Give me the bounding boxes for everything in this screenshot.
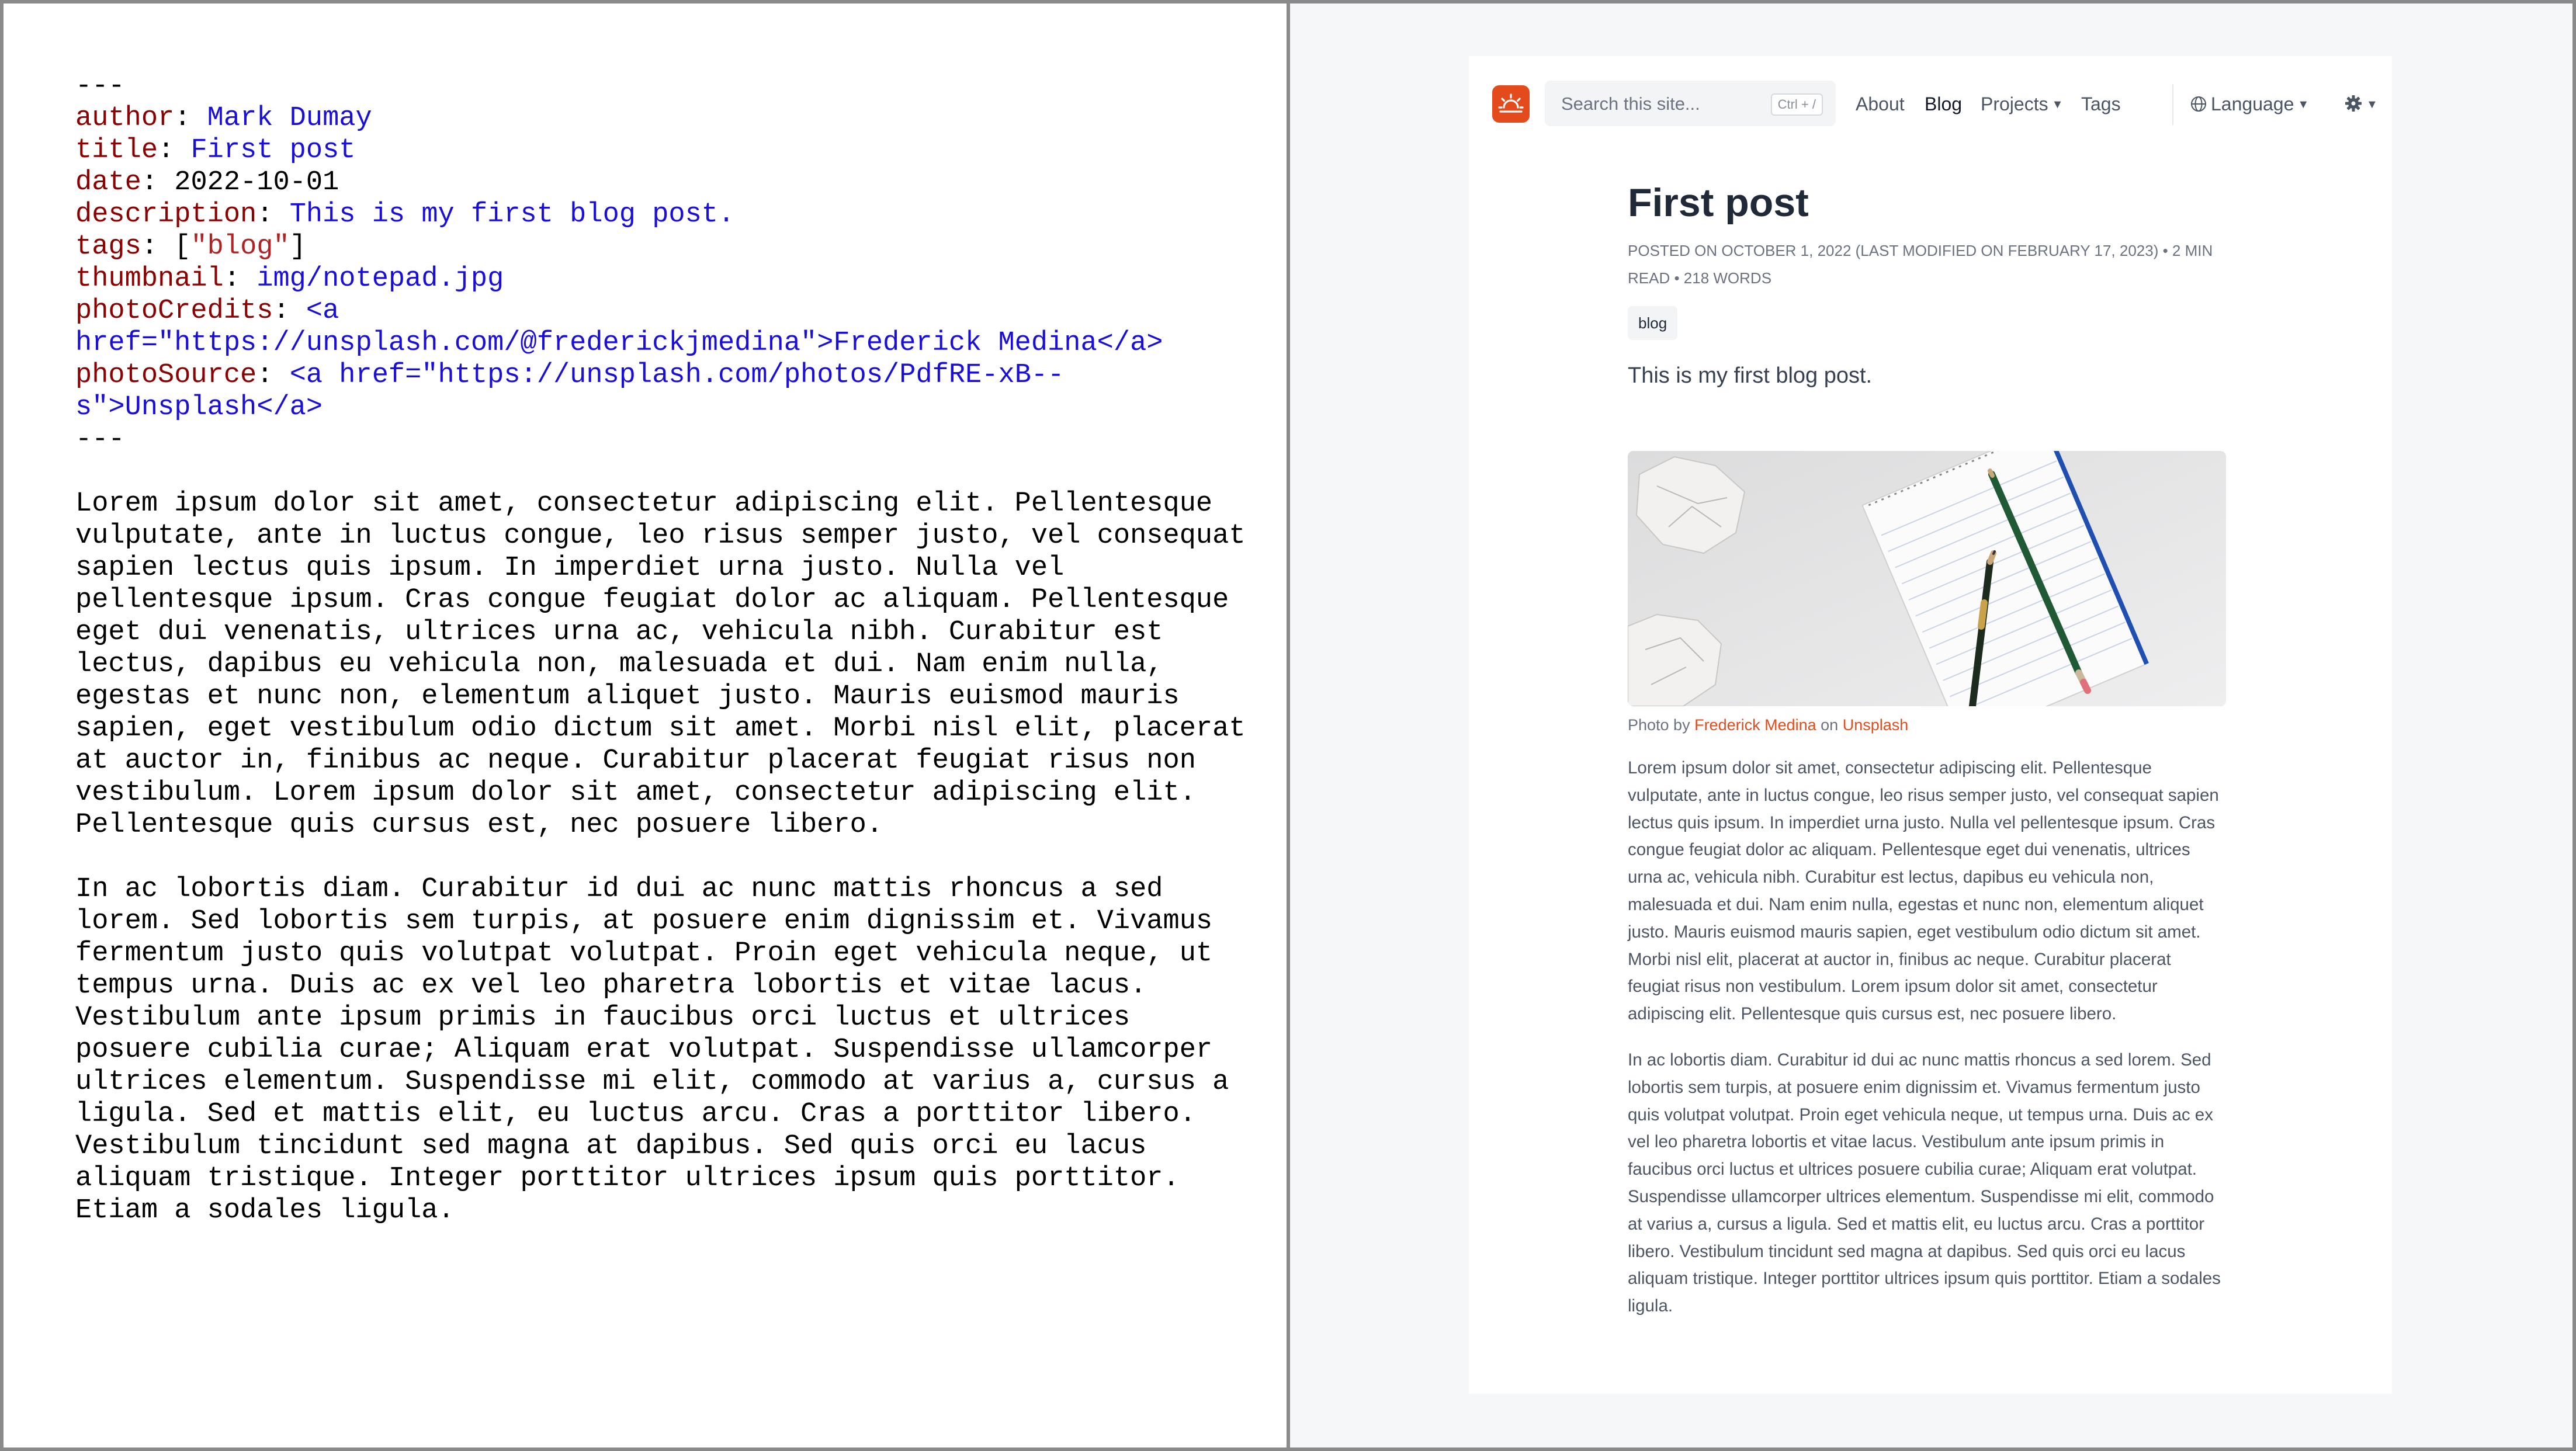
field-key: date bbox=[75, 167, 141, 198]
field-value: Mark Dumay bbox=[207, 103, 372, 134]
credit-prefix: Photo by bbox=[1628, 716, 1695, 734]
navbar: Search this site... Ctrl + / About Blog … bbox=[1492, 79, 2378, 129]
nav-tags-link[interactable]: Tags bbox=[2081, 93, 2121, 115]
markdown-source-pane[interactable]: --- author: Mark Dumay title: First post… bbox=[75, 70, 1256, 1227]
field-key: thumbnail bbox=[75, 263, 224, 294]
field-key: tags bbox=[75, 231, 141, 262]
front-matter-close: --- bbox=[75, 424, 125, 455]
front-matter-open: --- bbox=[75, 71, 125, 102]
field-bracket-open: [ bbox=[174, 231, 191, 262]
field-string: "blog" bbox=[190, 231, 290, 262]
field-bracket-close: ] bbox=[289, 231, 306, 262]
chevron-down-icon: ▼ bbox=[2366, 98, 2378, 111]
field-key: title bbox=[75, 135, 158, 166]
field-key: photoSource bbox=[75, 360, 257, 391]
nav-blog-link[interactable]: Blog bbox=[1925, 93, 1962, 115]
credit-source-link[interactable]: Unsplash bbox=[1843, 716, 1909, 734]
front-matter-date: date: 2022-10-01 bbox=[75, 167, 339, 198]
credit-middle: on bbox=[1816, 716, 1843, 734]
search-shortcut-badge: Ctrl + / bbox=[1770, 93, 1823, 116]
field-value: img/notepad.jpg bbox=[256, 263, 504, 294]
field-key: description bbox=[75, 199, 257, 230]
nav-projects-label: Projects bbox=[1981, 93, 2048, 114]
post-meta: Posted on October 1, 2022 (Last modified… bbox=[1628, 242, 2213, 287]
gear-icon bbox=[2345, 95, 2362, 112]
blog-page: Search this site... Ctrl + / About Blog … bbox=[1469, 56, 2392, 1394]
field-value: This is my first blog post. bbox=[289, 199, 735, 230]
search-placeholder: Search this site... bbox=[1561, 93, 1700, 114]
language-dropdown[interactable]: Language ▼ bbox=[2190, 93, 2309, 115]
post-body: Lorem ipsum dolor sit amet, consectetur … bbox=[1628, 755, 2226, 1339]
language-label: Language bbox=[2211, 93, 2294, 114]
globe-icon bbox=[2191, 96, 2206, 112]
front-matter-author: author: Mark Dumay bbox=[75, 103, 372, 134]
front-matter-title: title: First post bbox=[75, 135, 356, 166]
body-paragraph: Lorem ipsum dolor sit amet, consectetur … bbox=[1628, 758, 2219, 1024]
nav-projects-dropdown[interactable]: Projects ▼ bbox=[1981, 93, 2063, 115]
field-key: author bbox=[75, 103, 175, 134]
nav-about-link[interactable]: About bbox=[1856, 93, 1905, 115]
chevron-down-icon: ▼ bbox=[2297, 98, 2310, 111]
front-matter-photo-source-cont: s">Unsplash</a> bbox=[75, 392, 323, 423]
front-matter-photo-credits-cont: href="https://unsplash.com/@frederickjme… bbox=[75, 328, 1163, 359]
field-value: <a href="https://unsplash.com/photos/Pdf… bbox=[289, 360, 1065, 391]
credit-author-link[interactable]: Frederick Medina bbox=[1694, 716, 1816, 734]
front-matter-description: description: This is my first blog post. bbox=[75, 199, 735, 230]
field-value: First post bbox=[190, 135, 356, 166]
source-paragraph: Lorem ipsum dolor sit amet, consectetur … bbox=[75, 488, 1246, 841]
field-key: photoCredits bbox=[75, 296, 273, 327]
page-title: First post bbox=[1628, 180, 1809, 225]
field-value: <a bbox=[306, 296, 339, 327]
site-logo-icon[interactable] bbox=[1492, 85, 1530, 123]
search-input[interactable]: Search this site... Ctrl + / bbox=[1545, 81, 1836, 126]
chevron-down-icon: ▼ bbox=[2051, 98, 2064, 111]
nav-separator bbox=[2172, 84, 2173, 125]
front-matter-photo-credits: photoCredits: <a bbox=[75, 296, 339, 327]
tag-badge[interactable]: blog bbox=[1628, 306, 1678, 340]
body-paragraph: In ac lobortis diam. Curabitur id dui ac… bbox=[1628, 1050, 2221, 1316]
notepad-photo bbox=[1628, 451, 2226, 706]
theme-dropdown[interactable]: ▼ bbox=[2344, 93, 2378, 115]
front-matter-tags: tags: ["blog"] bbox=[75, 231, 306, 262]
field-value: 2022-10-01 bbox=[174, 167, 339, 198]
front-matter-thumbnail: thumbnail: img/notepad.jpg bbox=[75, 263, 504, 294]
photo-credit: Photo by Frederick Medina on Unsplash bbox=[1628, 716, 1908, 734]
front-matter-photo-source: photoSource: <a href="https://unsplash.c… bbox=[75, 360, 1065, 391]
post-description: This is my first blog post. bbox=[1628, 363, 1873, 388]
source-paragraph: In ac lobortis diam. Curabitur id dui ac… bbox=[75, 874, 1229, 1226]
